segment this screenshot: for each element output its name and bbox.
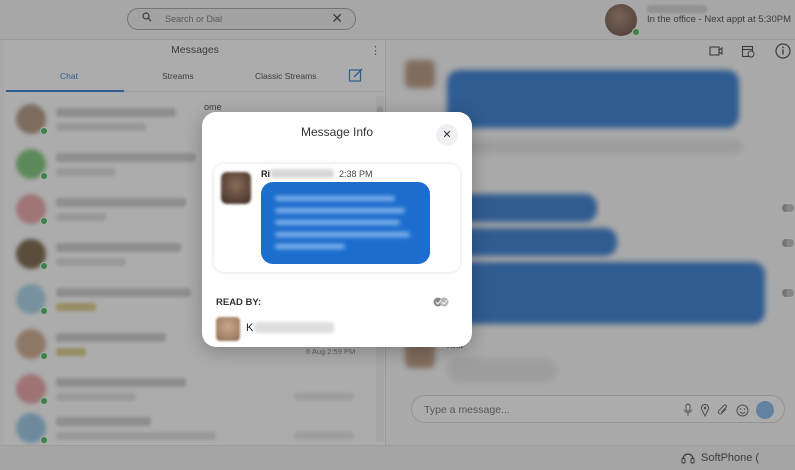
close-button[interactable]: ✕ — [436, 124, 458, 146]
read-receipt-icon — [433, 297, 449, 307]
read-by-label: READ BY: — [216, 297, 262, 308]
sender-name-redacted — [270, 169, 334, 178]
dialog-title: Message Info — [300, 125, 374, 139]
reader-name: K — [246, 322, 254, 334]
reader-avatar — [216, 317, 240, 341]
message-time: 2:38 PM — [339, 169, 373, 179]
sender-name: Ri — [261, 169, 270, 179]
message-preview-card: Ri 2:38 PM — [214, 164, 460, 272]
sender-avatar — [221, 172, 251, 204]
message-bubble — [261, 182, 430, 264]
message-info-dialog: Message Info ✕ Ri 2:38 PM READ BY: K — [202, 112, 472, 347]
reader-name-redacted — [254, 322, 334, 333]
